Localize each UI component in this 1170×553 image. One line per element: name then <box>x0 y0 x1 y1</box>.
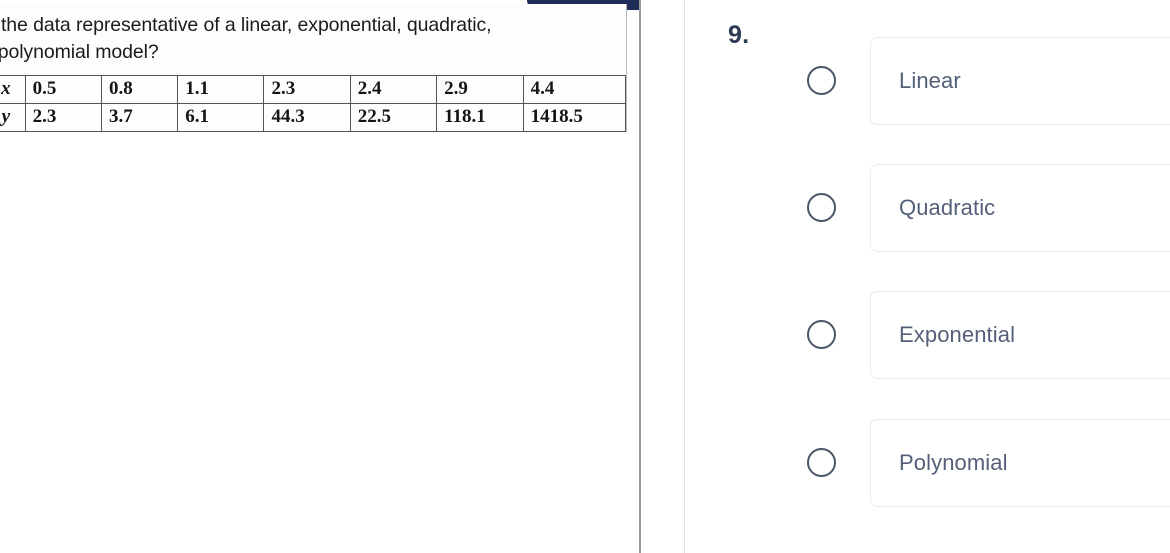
radio-button-polynomial[interactable] <box>807 448 838 479</box>
option-label-quadratic: Quadratic <box>899 195 996 220</box>
gutter-space <box>641 0 684 553</box>
option-row-linear[interactable]: Linear <box>685 37 1170 125</box>
data-table: x 0.5 0.8 1.1 2.3 2.4 2.9 4.4 y 2.3 3.7 … <box>0 75 627 132</box>
radio-button-exponential[interactable] <box>807 320 838 351</box>
cell-x-1: 0.8 <box>100 75 179 104</box>
cell-y-0: 2.3 <box>24 103 102 132</box>
question-image-pane: s the data representative of a linear, e… <box>0 0 639 553</box>
scanned-worksheet: s the data representative of a linear, e… <box>0 4 627 132</box>
option-row-polynomial[interactable]: Polynomial <box>685 419 1170 507</box>
radio-circle-icon <box>807 448 836 477</box>
radio-button-linear[interactable] <box>807 66 838 97</box>
row-label-y: y <box>0 103 26 132</box>
table-row-x: x 0.5 0.8 1.1 2.3 2.4 2.9 4.4 <box>0 75 627 104</box>
option-row-exponential[interactable]: Exponential <box>685 291 1170 379</box>
radio-circle-icon <box>807 193 836 222</box>
exam-question-screen: s the data representative of a linear, e… <box>0 0 1170 553</box>
cell-y-4: 22.5 <box>349 103 438 132</box>
option-label-linear: Linear <box>899 68 961 93</box>
option-card-polynomial[interactable]: Polynomial <box>870 419 1170 507</box>
cell-y-5: 118.1 <box>436 103 524 132</box>
row-label-x: x <box>0 75 26 104</box>
option-row-quadratic[interactable]: Quadratic <box>685 164 1170 252</box>
radio-circle-icon <box>807 320 836 349</box>
option-card-linear[interactable]: Linear <box>870 37 1170 125</box>
cell-x-6: 4.4 <box>522 75 627 104</box>
cell-x-0: 0.5 <box>24 75 102 104</box>
cell-y-3: 44.3 <box>263 103 351 132</box>
answer-options-pane: 9. Linear Quadratic Exponential Polynomi… <box>685 0 1170 553</box>
question-prompt-text: s the data representative of a linear, e… <box>0 14 492 63</box>
radio-button-quadratic[interactable] <box>807 193 838 224</box>
cell-x-3: 2.3 <box>263 75 351 104</box>
option-label-polynomial: Polynomial <box>899 450 1008 475</box>
cell-y-1: 3.7 <box>100 103 179 132</box>
option-label-exponential: Exponential <box>899 322 1016 347</box>
option-card-exponential[interactable]: Exponential <box>870 291 1170 379</box>
option-card-quadratic[interactable]: Quadratic <box>870 164 1170 252</box>
table-row-y: y 2.3 3.7 6.1 44.3 22.5 118.1 1418.5 <box>0 103 627 132</box>
cell-x-5: 2.9 <box>436 75 524 104</box>
cell-y-6: 1418.5 <box>522 103 627 132</box>
cell-x-4: 2.4 <box>349 75 438 104</box>
cell-y-2: 6.1 <box>177 103 265 132</box>
radio-circle-icon <box>807 66 836 95</box>
cell-x-2: 1.1 <box>177 75 265 104</box>
